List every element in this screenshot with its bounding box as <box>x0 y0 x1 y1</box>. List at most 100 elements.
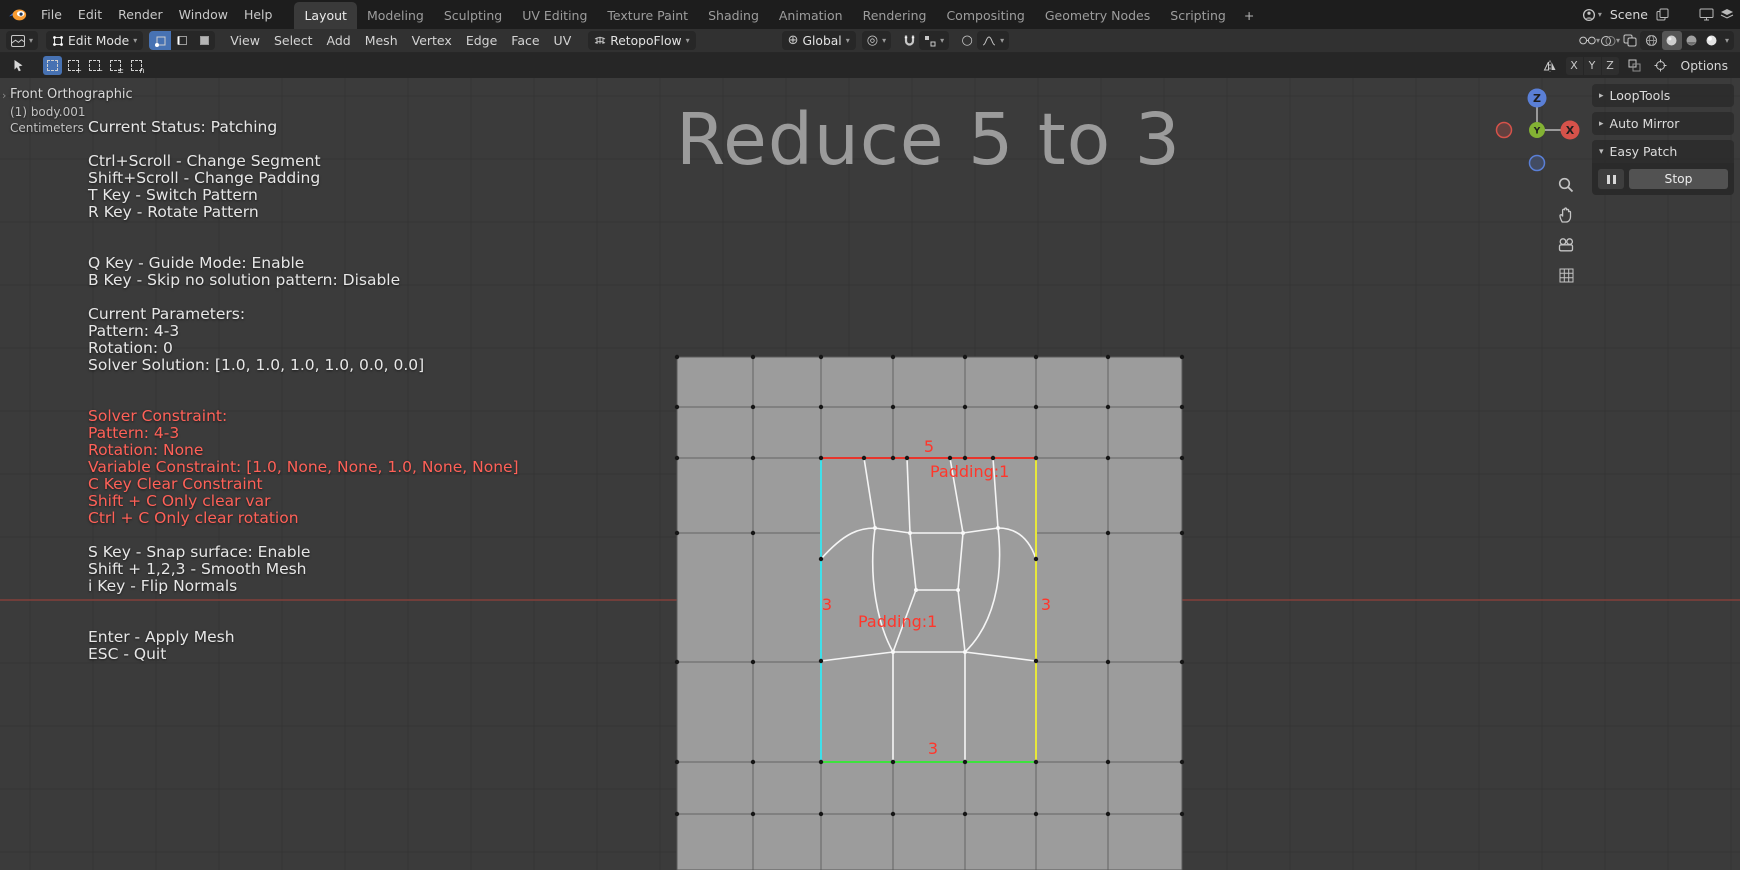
padding-label-left: Padding:1 <box>858 612 937 631</box>
edit-mode-icon <box>53 35 63 46</box>
mirror-x-toggle[interactable]: X <box>1565 56 1583 75</box>
select-mode-options: + − ± ∩ <box>43 56 146 75</box>
segment-count-top: 5 <box>924 437 934 456</box>
status-line: S Key - Snap surface: Enable <box>88 543 311 561</box>
workspace-tab-sculpting[interactable]: Sculpting <box>434 2 512 29</box>
scene-name[interactable]: Scene <box>1610 7 1648 22</box>
chevron-down-icon: ▾ <box>1000 36 1005 45</box>
menu-edge[interactable]: Edge <box>459 29 504 53</box>
pause-button[interactable] <box>1598 169 1624 189</box>
pivot-point-dropdown[interactable]: ◎ ▾ <box>861 31 892 50</box>
monitor-icon[interactable] <box>1699 8 1714 21</box>
active-tool-icon[interactable] <box>8 56 28 75</box>
select-intersect-button[interactable]: ∩ <box>127 56 146 75</box>
edge-icon <box>177 36 187 45</box>
add-workspace-button[interactable]: + <box>1236 2 1262 29</box>
scene-browse-button[interactable]: ▾ <box>1582 8 1602 22</box>
menu-uv[interactable]: UV <box>547 29 579 53</box>
mode-selector-dropdown[interactable]: Edit Mode ▾ <box>46 31 144 50</box>
viewport-editor-icon <box>11 34 25 47</box>
menu-window[interactable]: Window <box>171 0 236 29</box>
menu-select[interactable]: Select <box>267 29 320 53</box>
crosshair-icon[interactable] <box>1651 56 1671 75</box>
snap-target-dropdown[interactable]: ▾ <box>919 31 950 50</box>
select-subtract-button[interactable]: − <box>85 56 104 75</box>
menu-mesh[interactable]: Mesh <box>358 29 405 53</box>
blender-logo-icon[interactable] <box>8 7 27 22</box>
select-invert-button[interactable]: ± <box>106 56 125 75</box>
options-dropdown[interactable]: Options <box>1677 59 1732 73</box>
grid-icon <box>1559 268 1573 282</box>
region-expand-arrow[interactable]: › <box>2 89 6 102</box>
show-gizmos-button[interactable]: ▾ <box>1579 31 1600 50</box>
transform-orientation-dropdown[interactable]: ⊕ Global ▾ <box>781 31 856 50</box>
panel-header-looptools[interactable]: ▸ LoopTools <box>1592 84 1734 107</box>
pan-button[interactable] <box>1556 205 1576 225</box>
workspace-tab-shading[interactable]: Shading <box>698 2 769 29</box>
vertex-icon <box>154 36 166 47</box>
mirror-z-toggle[interactable]: Z <box>1601 56 1619 75</box>
viewport-3d[interactable]: 5 Padding:1 3 Padding:1 3 3 › Front Orth… <box>0 78 1740 870</box>
stop-row: Stop <box>1598 169 1728 189</box>
menu-view[interactable]: View <box>223 29 267 53</box>
panel-header-easy-patch[interactable]: ▾ Easy Patch <box>1592 140 1734 163</box>
workspace-tab-geometry-nodes[interactable]: Geometry Nodes <box>1035 2 1160 29</box>
tool-settings-bar: + − ± ∩ XYZ Options <box>0 53 1740 78</box>
select-extend-button[interactable]: + <box>64 56 83 75</box>
workspace-tab-modeling[interactable]: Modeling <box>357 2 434 29</box>
navigation-gizmo[interactable]: Z X Y <box>1487 78 1587 174</box>
retopoflow-dropdown[interactable]: RetopoFlow ▾ <box>588 31 696 50</box>
mode-mark: ∩ <box>139 66 145 75</box>
shading-wireframe-button[interactable] <box>1642 31 1662 50</box>
camera-view-button[interactable] <box>1556 235 1576 255</box>
workspace-tab-rendering[interactable]: Rendering <box>853 2 937 29</box>
xray-toggle-button[interactable] <box>1620 31 1640 50</box>
menu-face[interactable]: Face <box>504 29 546 53</box>
copy-icon[interactable] <box>1656 8 1669 21</box>
shading-solid-button[interactable] <box>1661 31 1682 50</box>
workspace-tab-compositing[interactable]: Compositing <box>936 2 1034 29</box>
shading-rendered-button[interactable] <box>1702 31 1722 50</box>
snap-toggle-button[interactable] <box>899 31 919 50</box>
workspace-tab-texture-paint[interactable]: Texture Paint <box>597 2 698 29</box>
status-line: Current Parameters: <box>88 305 246 323</box>
mode-mark: − <box>96 66 103 75</box>
workspace-tab-scripting[interactable]: Scripting <box>1160 2 1236 29</box>
toggle-grid-button[interactable] <box>1556 265 1576 285</box>
editor-type-button[interactable]: ▾ <box>6 31 39 50</box>
gizmo-minus-x-axis[interactable] <box>1495 121 1513 139</box>
mirror-axis-toggles: XYZ <box>1565 56 1619 75</box>
select-mode-toggle-group <box>149 31 216 50</box>
gizmo-x-label: X <box>1566 124 1575 137</box>
gizmo-minus-z-axis[interactable] <box>1528 154 1546 172</box>
stop-button[interactable]: Stop <box>1629 169 1728 189</box>
proportional-falloff-dropdown[interactable]: ▾ <box>977 31 1010 50</box>
chevron-down-icon: ▾ <box>29 36 34 45</box>
vertex-select-mode-button[interactable] <box>149 31 172 50</box>
menu-render[interactable]: Render <box>110 0 171 29</box>
menu-help[interactable]: Help <box>236 0 281 29</box>
chevron-down-icon: ▾ <box>685 36 690 45</box>
face-select-mode-button[interactable] <box>193 31 216 50</box>
zoom-button[interactable] <box>1556 175 1576 195</box>
show-overlays-button[interactable]: ▾ <box>1600 31 1620 50</box>
workspace-tab-layout[interactable]: Layout <box>294 2 357 29</box>
panel-header-auto-mirror[interactable]: ▸ Auto Mirror <box>1592 112 1734 135</box>
menu-edit[interactable]: Edit <box>70 0 110 29</box>
workspace-tab-uv-editing[interactable]: UV Editing <box>512 2 597 29</box>
edge-select-mode-button[interactable] <box>171 31 194 50</box>
menu-vertex[interactable]: Vertex <box>405 29 459 53</box>
workspace-tab-animation[interactable]: Animation <box>769 2 853 29</box>
layers-icon[interactable] <box>1720 8 1734 21</box>
menu-file[interactable]: File <box>33 0 70 29</box>
status-line <box>88 238 519 255</box>
menu-add[interactable]: Add <box>320 29 358 53</box>
select-set-button[interactable] <box>43 56 62 75</box>
panel-label-auto-mirror: Auto Mirror <box>1609 116 1680 131</box>
shading-material-button[interactable] <box>1682 31 1702 50</box>
mirror-y-toggle[interactable]: Y <box>1583 56 1601 75</box>
overlapping-squares-icon[interactable] <box>1625 56 1645 75</box>
status-line: Solver Solution: [1.0, 1.0, 1.0, 1.0, 0.… <box>88 356 425 374</box>
status-line: Q Key - Guide Mode: Enable <box>88 254 305 272</box>
proportional-editing-button[interactable]: ○ <box>957 31 977 50</box>
